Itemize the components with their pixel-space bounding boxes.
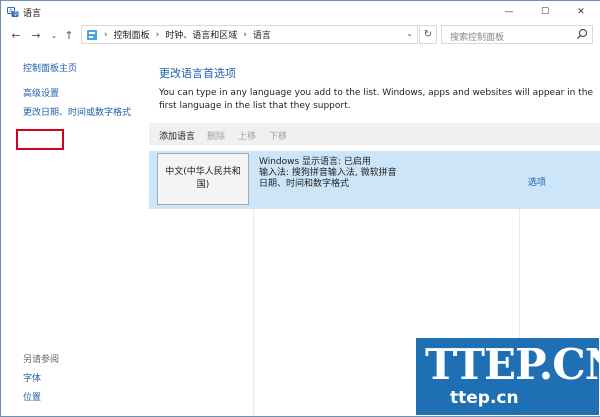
move-down-button[interactable]: 下移 [269, 129, 287, 142]
language-app-icon: A 字 [7, 7, 19, 18]
title-bar: A 字 语言 — ☐ ✕ [1, 1, 600, 23]
back-button[interactable]: ← [9, 28, 23, 42]
watermark-small-text: ttep.cn [450, 388, 519, 408]
sidebar-link-change-date-time-format[interactable]: 更改日期、时间或数字格式 [23, 105, 131, 118]
breadcrumb-separator: › [243, 29, 247, 40]
breadcrumb-language[interactable]: 语言 [253, 28, 271, 41]
maximize-icon: ☐ [540, 7, 550, 17]
breadcrumb-separator: › [104, 29, 108, 40]
page-description: You can type in any language you add to … [159, 88, 593, 111]
search-icon [577, 28, 588, 39]
language-detail-format: 日期、时间和数字格式 [259, 179, 350, 189]
up-button[interactable]: ↑ [62, 28, 76, 42]
highlight-box [16, 129, 64, 150]
page-title: 更改语言首选项 [159, 67, 236, 80]
sidebar-link-advanced-settings[interactable]: 高级设置 [23, 86, 59, 99]
address-bar[interactable]: › 控制面板 › 时钟、语言和区域 › 语言 ⌄ [81, 25, 418, 44]
language-list-item[interactable]: 中文(中华人民共和国) Windows 显示语言: 已启用 输入法: 搜狗拼音输… [149, 151, 600, 209]
see-also-label: 另请参阅 [23, 355, 60, 365]
language-details: Windows 显示语言: 已启用 输入法: 搜狗拼音输入法, 微软拼音 日期、… [259, 157, 397, 190]
chevron-down-icon: ⌄ [50, 30, 58, 40]
search-placeholder: 搜索控制面板 [450, 33, 505, 43]
close-icon: ✕ [577, 7, 585, 17]
maximize-button[interactable]: ☐ [527, 1, 563, 23]
up-arrow-icon: ↑ [64, 28, 74, 42]
refresh-icon: ↻ [423, 29, 433, 40]
sidebar: 控制面板主页 高级设置 更改日期、时间或数字格式 另请参阅 字体 位置 [1, 49, 149, 416]
remove-button[interactable]: 删除 [207, 129, 225, 142]
forward-arrow-icon: → [31, 28, 41, 42]
recent-locations-button[interactable]: ⌄ [47, 28, 61, 42]
language-toolbar: 添加语言 删除 上移 下移 [149, 123, 600, 145]
forward-button[interactable]: → [29, 28, 43, 42]
navigation-bar: ← → ⌄ ↑ › 控制面板 › 时钟、语言和区域 › 语言 ⌄ ↻ 搜索控制面… [1, 23, 600, 49]
add-language-button[interactable]: 添加语言 [159, 129, 195, 142]
address-dropdown-icon[interactable]: ⌄ [406, 29, 413, 38]
language-detail-input-method: 输入法: 搜狗拼音输入法, 微软拼音 [259, 168, 397, 178]
breadcrumb-clock-language-region[interactable]: 时钟、语言和区域 [165, 28, 237, 41]
watermark-large-text: TTEP.CN [425, 340, 600, 389]
back-arrow-icon: ← [11, 28, 21, 42]
language-name: 中文(中华人民共和国) [165, 167, 241, 190]
close-button[interactable]: ✕ [563, 1, 599, 23]
language-options-link[interactable]: 选项 [528, 175, 546, 188]
column-divider [253, 209, 254, 416]
sidebar-link-location[interactable]: 位置 [23, 390, 41, 403]
search-box[interactable]: 搜索控制面板 [441, 25, 593, 44]
move-up-button[interactable]: 上移 [238, 129, 256, 142]
language-name-button[interactable]: 中文(中华人民共和国) [157, 153, 249, 205]
control-panel-icon [87, 29, 97, 40]
minimize-icon: — [504, 7, 514, 17]
svg-text:字: 字 [13, 11, 18, 18]
window-title: 语言 [23, 9, 42, 19]
refresh-button[interactable]: ↻ [419, 25, 437, 44]
sidebar-link-control-panel-home[interactable]: 控制面板主页 [23, 61, 77, 74]
minimize-button[interactable]: — [491, 1, 527, 23]
breadcrumb-control-panel[interactable]: 控制面板 [114, 28, 150, 41]
sidebar-link-fonts[interactable]: 字体 [23, 371, 41, 384]
language-detail-display: Windows 显示语言: 已启用 [259, 157, 371, 167]
breadcrumb-separator: › [155, 29, 160, 40]
